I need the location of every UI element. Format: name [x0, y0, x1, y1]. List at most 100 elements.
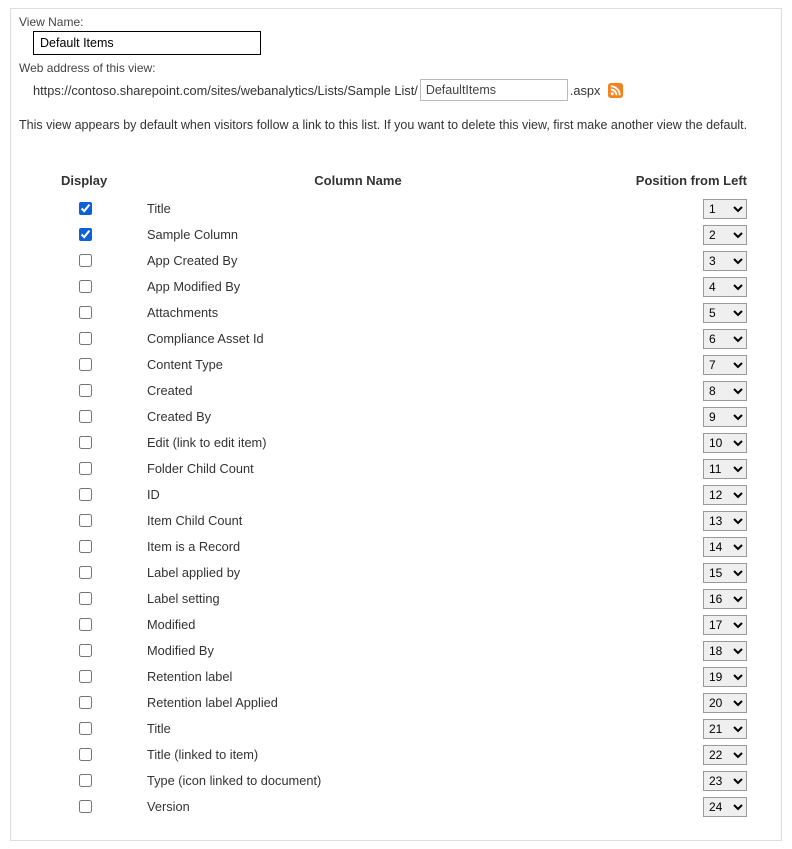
display-checkbox[interactable]	[79, 254, 92, 267]
display-checkbox[interactable]	[79, 618, 92, 631]
display-checkbox[interactable]	[79, 436, 92, 449]
position-select[interactable]: 123456789101112131415161718192021222324	[703, 485, 747, 505]
display-checkbox[interactable]	[79, 748, 92, 761]
display-cell	[57, 612, 143, 638]
position-select[interactable]: 123456789101112131415161718192021222324	[703, 797, 747, 817]
display-checkbox[interactable]	[79, 202, 92, 215]
display-checkbox[interactable]	[79, 410, 92, 423]
display-checkbox[interactable]	[79, 566, 92, 579]
display-cell	[57, 222, 143, 248]
position-cell: 123456789101112131415161718192021222324	[573, 742, 757, 768]
display-checkbox[interactable]	[79, 540, 92, 553]
position-select[interactable]: 123456789101112131415161718192021222324	[703, 537, 747, 557]
table-row: ID12345678910111213141516171819202122232…	[57, 482, 757, 508]
display-cell	[57, 274, 143, 300]
position-cell: 123456789101112131415161718192021222324	[573, 196, 757, 222]
column-name: Sample Column	[143, 222, 573, 248]
column-name: Created By	[143, 404, 573, 430]
view-name-input[interactable]	[33, 31, 261, 55]
position-select[interactable]: 123456789101112131415161718192021222324	[703, 719, 747, 739]
display-cell	[57, 352, 143, 378]
position-select[interactable]: 123456789101112131415161718192021222324	[703, 563, 747, 583]
column-name: Item Child Count	[143, 508, 573, 534]
position-cell: 123456789101112131415161718192021222324	[573, 274, 757, 300]
position-cell: 123456789101112131415161718192021222324	[573, 352, 757, 378]
display-checkbox[interactable]	[79, 384, 92, 397]
display-checkbox[interactable]	[79, 722, 92, 735]
position-select[interactable]: 123456789101112131415161718192021222324	[703, 355, 747, 375]
position-select[interactable]: 123456789101112131415161718192021222324	[703, 329, 747, 349]
display-checkbox[interactable]	[79, 800, 92, 813]
position-cell: 123456789101112131415161718192021222324	[573, 378, 757, 404]
display-checkbox[interactable]	[79, 592, 92, 605]
table-row: Attachments12345678910111213141516171819…	[57, 300, 757, 326]
table-row: Retention label1234567891011121314151617…	[57, 664, 757, 690]
column-name: Title (linked to item)	[143, 742, 573, 768]
display-checkbox[interactable]	[79, 488, 92, 501]
url-slug-input[interactable]	[420, 79, 568, 101]
columns-table: Display Column Name Position from Left T…	[57, 167, 757, 820]
display-cell	[57, 326, 143, 352]
column-name: Item is a Record	[143, 534, 573, 560]
position-select[interactable]: 123456789101112131415161718192021222324	[703, 641, 747, 661]
column-name: Version	[143, 794, 573, 820]
display-checkbox[interactable]	[79, 306, 92, 319]
display-cell	[57, 794, 143, 820]
position-select[interactable]: 123456789101112131415161718192021222324	[703, 251, 747, 271]
position-select[interactable]: 123456789101112131415161718192021222324	[703, 407, 747, 427]
position-select[interactable]: 123456789101112131415161718192021222324	[703, 667, 747, 687]
position-cell: 123456789101112131415161718192021222324	[573, 716, 757, 742]
position-select[interactable]: 123456789101112131415161718192021222324	[703, 459, 747, 479]
position-cell: 123456789101112131415161718192021222324	[573, 300, 757, 326]
position-cell: 123456789101112131415161718192021222324	[573, 664, 757, 690]
display-checkbox[interactable]	[79, 358, 92, 371]
position-cell: 123456789101112131415161718192021222324	[573, 326, 757, 352]
position-select[interactable]: 123456789101112131415161718192021222324	[703, 745, 747, 765]
view-name-row: View Name:	[19, 15, 773, 55]
table-row: Label setting 123456789101112131415161718…	[57, 586, 757, 612]
display-checkbox[interactable]	[79, 670, 92, 683]
display-checkbox[interactable]	[79, 228, 92, 241]
rss-icon[interactable]	[608, 83, 623, 98]
display-checkbox[interactable]	[79, 774, 92, 787]
display-checkbox[interactable]	[79, 332, 92, 345]
position-select[interactable]: 123456789101112131415161718192021222324	[703, 433, 747, 453]
display-cell	[57, 482, 143, 508]
position-select[interactable]: 123456789101112131415161718192021222324	[703, 225, 747, 245]
display-checkbox[interactable]	[79, 462, 92, 475]
table-row: Created123456789101112131415161718192021…	[57, 378, 757, 404]
web-address-line: https://contoso.sharepoint.com/sites/web…	[33, 79, 773, 101]
display-cell	[57, 300, 143, 326]
display-checkbox[interactable]	[79, 644, 92, 657]
display-cell	[57, 508, 143, 534]
display-checkbox[interactable]	[79, 514, 92, 527]
display-checkbox[interactable]	[79, 696, 92, 709]
display-cell	[57, 664, 143, 690]
position-select[interactable]: 123456789101112131415161718192021222324	[703, 199, 747, 219]
display-cell	[57, 404, 143, 430]
display-checkbox[interactable]	[79, 280, 92, 293]
position-select[interactable]: 123456789101112131415161718192021222324	[703, 381, 747, 401]
position-cell: 123456789101112131415161718192021222324	[573, 404, 757, 430]
position-select[interactable]: 123456789101112131415161718192021222324	[703, 277, 747, 297]
position-select[interactable]: 123456789101112131415161718192021222324	[703, 615, 747, 635]
table-row: Folder Child Count1234567891011121314151…	[57, 456, 757, 482]
table-row: App Created By12345678910111213141516171…	[57, 248, 757, 274]
url-suffix: .aspx	[570, 83, 601, 98]
display-cell	[57, 430, 143, 456]
display-cell	[57, 456, 143, 482]
position-select[interactable]: 123456789101112131415161718192021222324	[703, 511, 747, 531]
column-name: Modified	[143, 612, 573, 638]
view-settings-panel: View Name: Web address of this view: htt…	[10, 8, 782, 841]
position-select[interactable]: 123456789101112131415161718192021222324	[703, 589, 747, 609]
table-row: Type (icon linked to document)1234567891…	[57, 768, 757, 794]
table-row: Title12345678910111213141516171819202122…	[57, 716, 757, 742]
column-name: Label setting	[143, 586, 573, 612]
table-row: Label applied by123456789101112131415161…	[57, 560, 757, 586]
display-cell	[57, 638, 143, 664]
table-row: Created By 123456789101112131415161718192…	[57, 404, 757, 430]
display-cell	[57, 248, 143, 274]
position-select[interactable]: 123456789101112131415161718192021222324	[703, 771, 747, 791]
position-select[interactable]: 123456789101112131415161718192021222324	[703, 303, 747, 323]
position-select[interactable]: 123456789101112131415161718192021222324	[703, 693, 747, 713]
